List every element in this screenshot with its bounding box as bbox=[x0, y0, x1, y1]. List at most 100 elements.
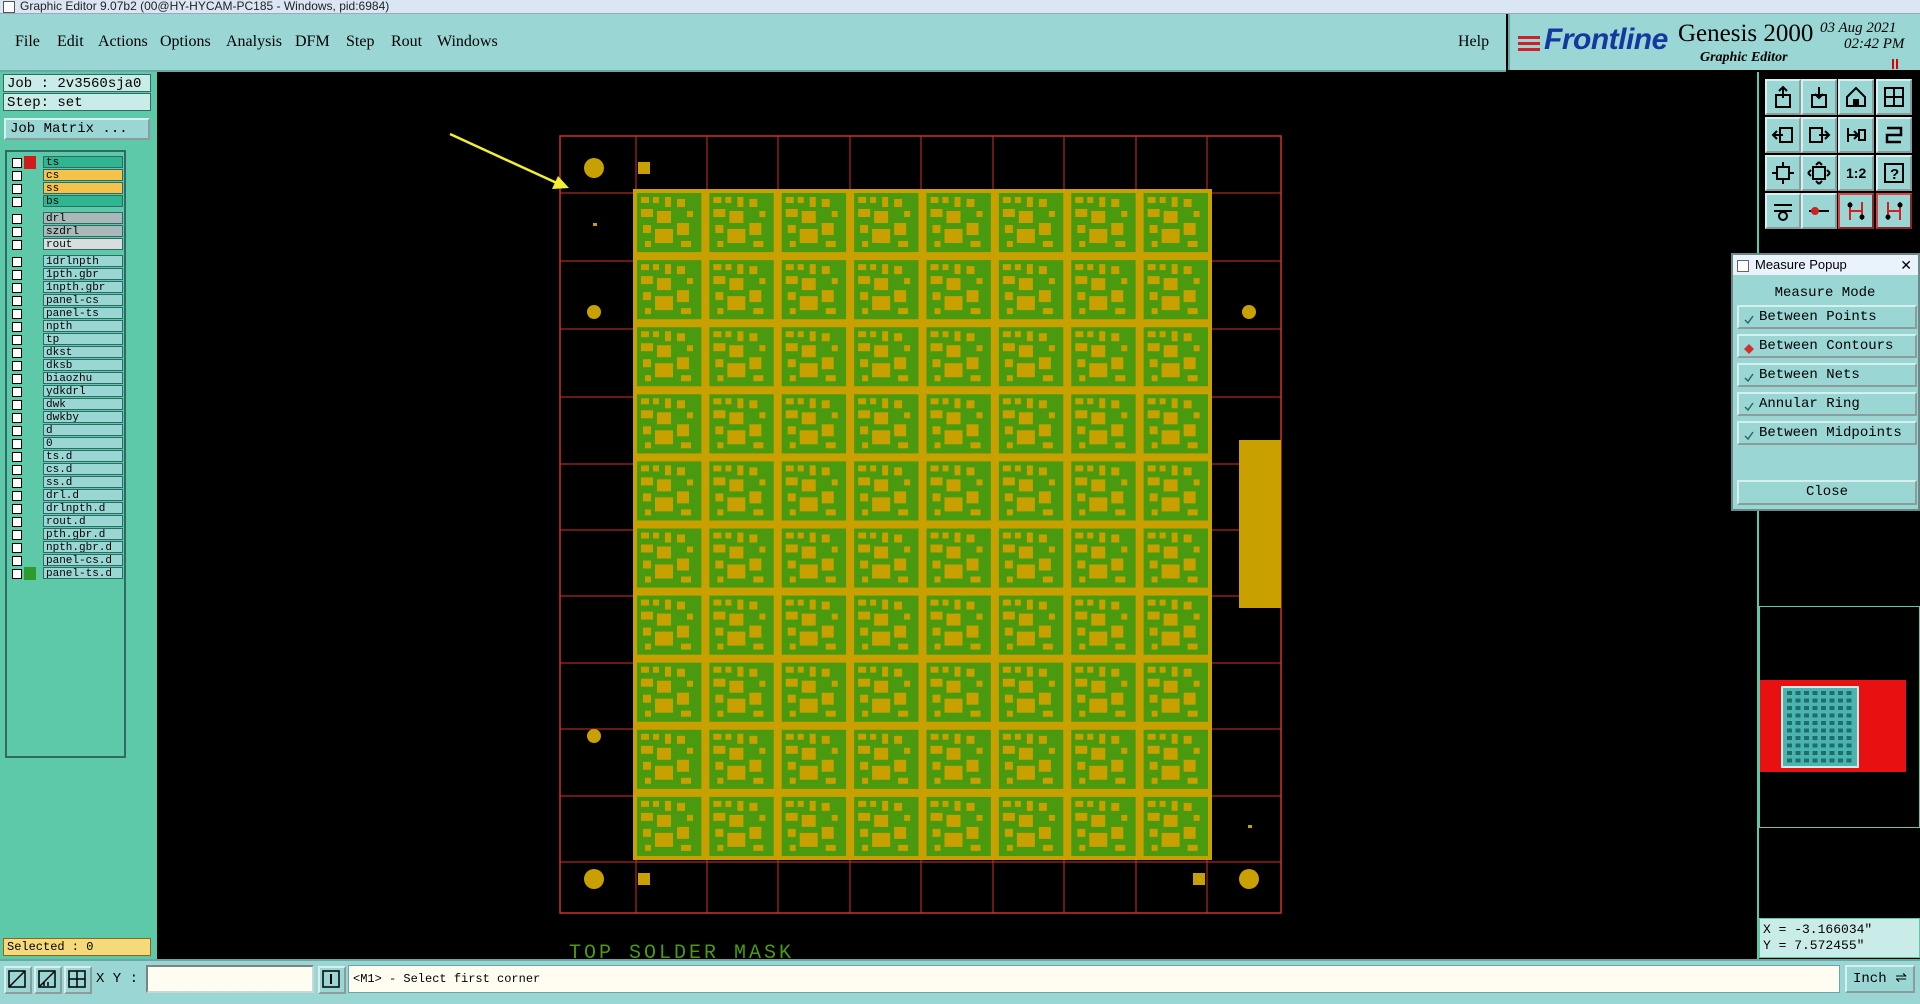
layer-row[interactable]: dkst bbox=[9, 346, 124, 359]
layer-row[interactable]: ss bbox=[9, 182, 124, 195]
layer-row[interactable]: ts.d bbox=[9, 450, 124, 463]
overview-panel[interactable] bbox=[1759, 606, 1920, 828]
layer-checkbox[interactable] bbox=[12, 184, 22, 194]
layer-checkbox[interactable] bbox=[12, 478, 22, 488]
tool-button[interactable] bbox=[1801, 155, 1837, 191]
layer-name[interactable]: d bbox=[43, 424, 123, 436]
layer-name[interactable]: dwkby bbox=[43, 411, 123, 423]
close-icon[interactable]: ✕ bbox=[1900, 255, 1912, 275]
measure-option-between-contours[interactable]: Between Contours bbox=[1737, 334, 1917, 358]
layer-checkbox[interactable] bbox=[12, 543, 22, 553]
layer-name[interactable]: tp bbox=[43, 333, 123, 345]
tool-button[interactable] bbox=[1876, 193, 1912, 229]
layer-row[interactable]: bs bbox=[9, 195, 124, 208]
layer-row[interactable]: rout.d bbox=[9, 515, 124, 528]
layer-checkbox[interactable] bbox=[12, 296, 22, 306]
layer-checkbox[interactable] bbox=[12, 400, 22, 410]
layer-checkbox[interactable] bbox=[12, 387, 22, 397]
layer-row[interactable]: npth bbox=[9, 320, 124, 333]
menu-analysis[interactable]: Analysis bbox=[226, 33, 282, 51]
layer-checkbox[interactable] bbox=[12, 283, 22, 293]
layer-row[interactable]: pth.gbr.d bbox=[9, 528, 124, 541]
pcb-view[interactable]: TOP SOLDER MASK bbox=[157, 72, 1757, 965]
layer-name[interactable]: szdrl bbox=[43, 225, 123, 237]
layer-name[interactable]: npth bbox=[43, 320, 123, 332]
layer-row[interactable]: biaozhu bbox=[9, 372, 124, 385]
layer-row[interactable]: dwkby bbox=[9, 411, 124, 424]
layer-row[interactable]: 1pth.gbr bbox=[9, 268, 124, 281]
layer-name[interactable]: cs.d bbox=[43, 463, 123, 475]
layer-name[interactable]: dwk bbox=[43, 398, 123, 410]
layer-row[interactable]: d bbox=[9, 424, 124, 437]
tool-button[interactable] bbox=[1765, 155, 1801, 191]
layer-checkbox[interactable] bbox=[12, 309, 22, 319]
menu-edit[interactable]: Edit bbox=[57, 33, 84, 51]
layer-name[interactable]: 1pth.gbr bbox=[43, 268, 123, 280]
layer-row[interactable]: cs bbox=[9, 169, 124, 182]
menu-step[interactable]: Step bbox=[346, 33, 374, 51]
layer-row[interactable]: ss.d bbox=[9, 476, 124, 489]
layer-checkbox[interactable] bbox=[12, 361, 22, 371]
layer-row[interactable]: tp bbox=[9, 333, 124, 346]
tool-button[interactable] bbox=[1801, 117, 1837, 153]
layer-row[interactable]: panel-cs bbox=[9, 294, 124, 307]
layer-row[interactable]: ydkdrl bbox=[9, 385, 124, 398]
layer-checkbox[interactable] bbox=[12, 322, 22, 332]
tool-button[interactable] bbox=[1876, 117, 1912, 153]
layer-checkbox[interactable] bbox=[12, 504, 22, 514]
layer-checkbox[interactable] bbox=[12, 335, 22, 345]
layer-name[interactable]: drl.d bbox=[43, 489, 123, 501]
layer-checkbox[interactable] bbox=[12, 452, 22, 462]
tool-button[interactable] bbox=[1838, 79, 1874, 115]
layer-name[interactable]: panel-ts bbox=[43, 307, 123, 319]
layer-name[interactable]: drl bbox=[43, 212, 123, 224]
layer-checkbox[interactable] bbox=[12, 491, 22, 501]
layer-name[interactable]: drlnpth.d bbox=[43, 502, 123, 514]
xy-input[interactable] bbox=[146, 965, 314, 993]
layer-name[interactable]: panel-cs bbox=[43, 294, 123, 306]
layer-name[interactable]: ss bbox=[43, 182, 123, 194]
layer-row[interactable]: 0 bbox=[9, 437, 124, 450]
layer-row[interactable]: rout bbox=[9, 238, 124, 251]
layer-name[interactable]: biaozhu bbox=[43, 372, 123, 384]
layer-checkbox[interactable] bbox=[12, 556, 22, 566]
layer-checkbox[interactable] bbox=[12, 197, 22, 207]
layer-checkbox[interactable] bbox=[12, 240, 22, 250]
tool-button[interactable]: 1:2 bbox=[1838, 155, 1874, 191]
menu-rout[interactable]: Rout bbox=[391, 33, 422, 51]
layer-row[interactable]: panel-cs.d bbox=[9, 554, 124, 567]
layer-name[interactable]: ydkdrl bbox=[43, 385, 123, 397]
tool-button[interactable] bbox=[1765, 193, 1801, 229]
layer-name[interactable]: dksb bbox=[43, 359, 123, 371]
layer-row[interactable]: npth.gbr.d bbox=[9, 541, 124, 554]
units-select[interactable]: Inch ⇌ bbox=[1845, 965, 1915, 993]
tool-button[interactable] bbox=[1838, 117, 1874, 153]
layer-checkbox[interactable] bbox=[12, 348, 22, 358]
layer-row[interactable]: 1drlnpth bbox=[9, 255, 124, 268]
layer-name[interactable]: panel-cs.d bbox=[43, 554, 123, 566]
layer-row[interactable]: szdrl bbox=[9, 225, 124, 238]
layer-row[interactable]: 1npth.gbr bbox=[9, 281, 124, 294]
measure-option-between-nets[interactable]: Between Nets bbox=[1737, 363, 1917, 387]
layer-checkbox[interactable] bbox=[12, 465, 22, 475]
layer-row[interactable]: drl bbox=[9, 212, 124, 225]
graphic-canvas[interactable]: TOP SOLDER MASK bbox=[157, 72, 1757, 965]
grid-button[interactable] bbox=[64, 966, 92, 994]
layer-checkbox[interactable] bbox=[12, 214, 22, 224]
layer-name[interactable]: ts bbox=[43, 156, 123, 168]
layer-name[interactable]: bs bbox=[43, 195, 123, 207]
menu-actions[interactable]: Actions bbox=[98, 33, 148, 51]
layer-row[interactable]: dwk bbox=[9, 398, 124, 411]
layer-name[interactable]: ss.d bbox=[43, 476, 123, 488]
layer-checkbox[interactable] bbox=[12, 439, 22, 449]
layer-checkbox[interactable] bbox=[12, 530, 22, 540]
measure-option-annular-ring[interactable]: Annular Ring bbox=[1737, 392, 1917, 416]
tool-button[interactable] bbox=[1838, 193, 1874, 229]
close-button[interactable]: Close bbox=[1737, 480, 1917, 505]
tool-button[interactable] bbox=[1765, 117, 1801, 153]
tool-button[interactable]: ? bbox=[1876, 155, 1912, 191]
layer-name[interactable]: 0 bbox=[43, 437, 123, 449]
layer-name[interactable]: rout.d bbox=[43, 515, 123, 527]
measure-popup-titlebar[interactable]: Measure Popup ✕ bbox=[1733, 255, 1918, 275]
job-matrix-button[interactable]: Job Matrix ... bbox=[4, 118, 150, 140]
